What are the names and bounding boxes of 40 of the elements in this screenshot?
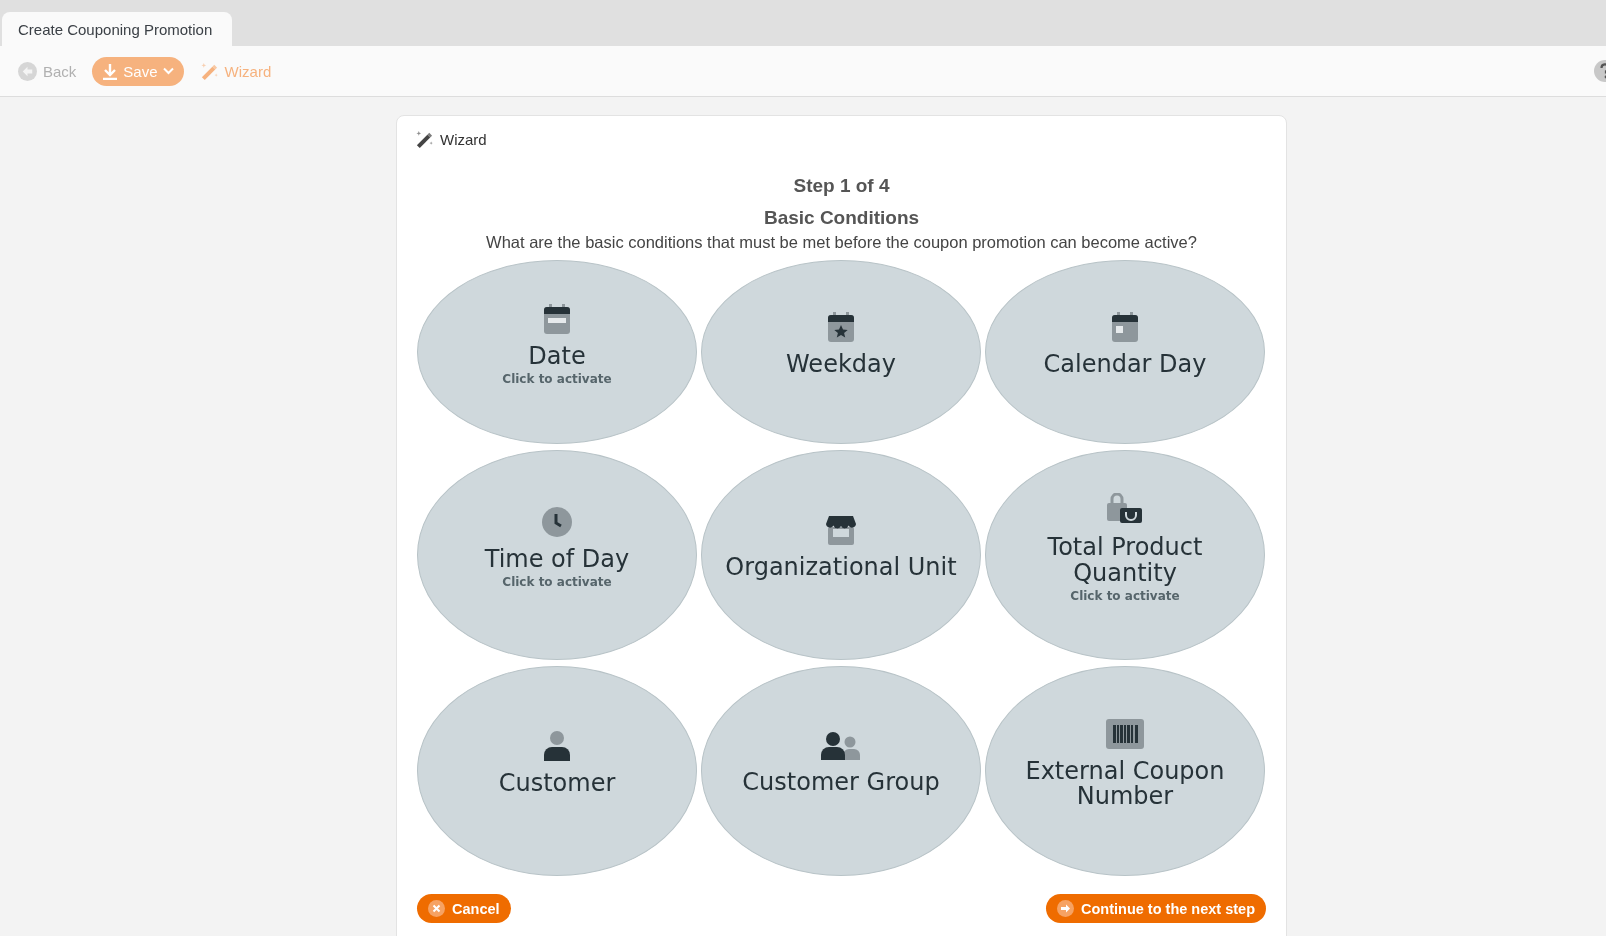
calendar-icon: [1111, 312, 1139, 343]
users-icon: [821, 732, 861, 761]
condition-option[interactable]: Time of Day Click to activate: [417, 450, 697, 660]
magic-wand-icon: [415, 130, 434, 149]
clock-icon: [542, 506, 572, 537]
tab[interactable]: Create Couponing Promotion: [2, 12, 233, 46]
condition-option[interactable]: Calendar Day: [985, 260, 1265, 444]
condition-option[interactable]: Customer: [417, 666, 697, 876]
close-icon: [428, 900, 445, 917]
store-icon: [823, 515, 859, 546]
option-label: External Coupon Number: [1024, 758, 1226, 810]
shopping-bag-icon: [1107, 493, 1143, 526]
arrow-right-icon: [1057, 900, 1074, 917]
calendar-icon: [543, 303, 571, 334]
option-hint: Click to activate: [502, 372, 612, 387]
condition-option[interactable]: Customer Group: [701, 666, 981, 876]
option-label: Total Product Quantity: [1046, 535, 1204, 586]
magic-wand-icon: [199, 61, 219, 81]
option-label: Organizational Unit: [725, 555, 957, 581]
barcode-icon: [1106, 718, 1144, 749]
option-label: Time of Day: [484, 546, 630, 573]
option-label: Calendar Day: [1043, 352, 1207, 378]
chevron-down-icon: [162, 67, 174, 75]
option-label: Customer Group: [742, 770, 940, 796]
condition-option[interactable]: Weekday: [701, 260, 981, 444]
option-hint: Click to activate: [1070, 588, 1180, 603]
download-icon: [102, 62, 119, 80]
option-label: Date: [528, 343, 586, 370]
step-question: What are the basic conditions that must be met before the coupon promotion can become active?: [485, 233, 1198, 252]
condition-option[interactable]: Total Product Quantity Click to activate: [985, 450, 1265, 660]
option-hint: Click to activate: [502, 575, 612, 590]
condition-option[interactable]: Organizational Unit: [701, 450, 981, 660]
user-icon: [543, 731, 571, 762]
option-label: Customer: [498, 771, 616, 797]
condition-option[interactable]: Date Click to activate: [417, 260, 697, 444]
step-heading: Basic Conditions: [762, 207, 921, 229]
condition-option[interactable]: External Coupon Number: [985, 666, 1265, 876]
option-label: Weekday: [786, 352, 896, 378]
step-indicator: Step 1 of 4: [792, 175, 891, 197]
wizard-title: Wizard: [440, 131, 487, 148]
